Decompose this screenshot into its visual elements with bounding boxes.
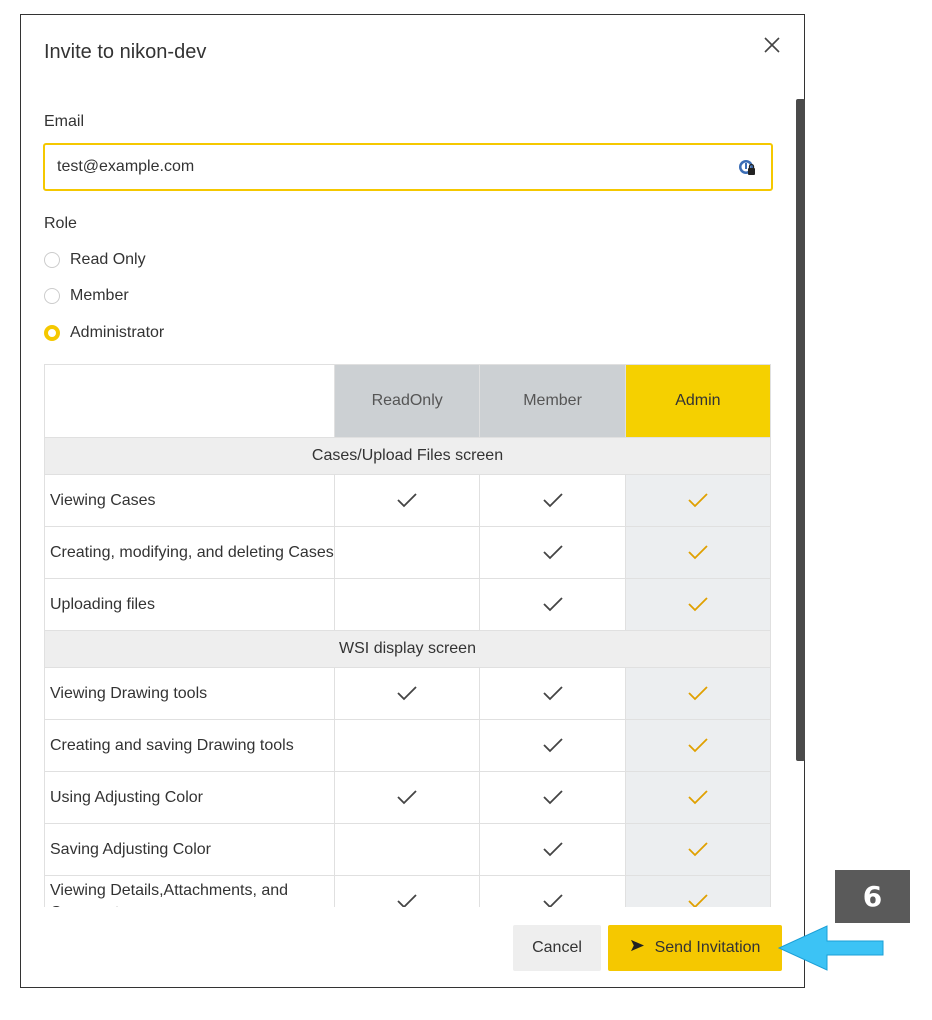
permission-cell-member: [479, 823, 626, 876]
radio-label: Read Only: [70, 251, 146, 268]
permission-cell-member: [479, 667, 626, 720]
permission-cell-admin: [624, 578, 772, 631]
permissions-table-body: Cases/Upload Files screen Viewing Cases Cr…: [44, 437, 772, 907]
permission-cell-member: [479, 578, 626, 631]
checkmark-icon: [687, 737, 709, 754]
radio-button-selected[interactable]: [44, 325, 60, 341]
send-invitation-button[interactable]: Send Invitation: [608, 925, 782, 971]
section-title: Cases/Upload Files screen: [44, 437, 771, 475]
table-row: Creating and saving Drawing tools: [44, 719, 772, 772]
permission-cell-readonly: [333, 667, 481, 720]
close-icon[interactable]: [760, 33, 784, 57]
permission-cell-member: [479, 875, 626, 907]
permission-cell-admin: [624, 823, 772, 876]
checkmark-icon: [687, 893, 709, 907]
checkmark-icon: [396, 893, 418, 907]
feature-name: Uploading files: [44, 578, 335, 631]
checkmark-icon: [542, 893, 564, 907]
role-label: Role: [44, 215, 77, 232]
send-icon: [630, 939, 645, 957]
permission-cell-member: [479, 771, 626, 824]
radio-label: Administrator: [70, 324, 165, 341]
checkmark-icon: [687, 596, 709, 613]
scrollbar[interactable]: [796, 99, 805, 761]
checkmark-icon: [396, 685, 418, 702]
permission-cell-admin: [624, 771, 772, 824]
radio-button[interactable]: [44, 252, 60, 268]
dialog-body[interactable]: Email Role Read Only Member: [21, 99, 805, 907]
permission-cell-admin: [624, 474, 772, 527]
permission-cell-readonly: [333, 474, 481, 527]
radio-member[interactable]: Member: [44, 287, 129, 305]
column-header-member: Member: [479, 364, 626, 438]
feature-name: Creating, modifying, and deleting Cases: [44, 526, 335, 579]
permission-cell-readonly: [333, 823, 481, 876]
permission-cell-admin: [624, 719, 772, 772]
checkmark-icon: [542, 737, 564, 754]
step-badge: 6: [835, 870, 910, 923]
email-field[interactable]: [57, 155, 717, 179]
permission-cell-member: [479, 719, 626, 772]
email-field-wrapper: [43, 143, 773, 191]
table-row: Using Adjusting Color: [44, 771, 772, 824]
password-manager-icon[interactable]: [737, 157, 757, 177]
permission-cell-readonly: [333, 526, 481, 579]
table-header-row: ReadOnly Member Admin: [44, 364, 772, 438]
permission-cell-admin: [624, 526, 772, 579]
radio-read-only[interactable]: Read Only: [44, 251, 146, 269]
section-row: Cases/Upload Files screen: [44, 437, 771, 475]
permission-cell-member: [479, 474, 626, 527]
checkmark-icon: [542, 596, 564, 613]
pointer-arrow-icon: [775, 920, 885, 976]
checkmark-icon: [542, 841, 564, 858]
dialog-title: Invite to nikon-dev: [44, 41, 207, 63]
table-row: Viewing Cases: [44, 474, 772, 527]
feature-name: Creating and saving Drawing tools: [44, 719, 335, 772]
column-header-admin: Admin: [624, 364, 772, 438]
email-label: Email: [44, 113, 85, 130]
permission-cell-member: [479, 526, 626, 579]
cancel-button[interactable]: Cancel: [513, 925, 601, 971]
radio-label: Member: [70, 287, 129, 304]
permission-cell-readonly: [333, 578, 481, 631]
permissions-table: ReadOnly Member Admin Cases/Upload Files…: [44, 364, 772, 907]
table-row: Creating, modifying, and deleting Cases: [44, 526, 772, 579]
feature-name: Viewing Drawing tools: [44, 667, 335, 720]
checkmark-icon: [542, 492, 564, 509]
checkmark-icon: [687, 544, 709, 561]
section-title: WSI display screen: [44, 630, 771, 668]
feature-name: Viewing Details,Attachments, and Comment…: [44, 875, 335, 907]
feature-name: Using Adjusting Color: [44, 771, 335, 824]
table-row: Uploading files: [44, 578, 772, 631]
checkmark-icon: [542, 544, 564, 561]
table-row: Viewing Details,Attachments, and Comment…: [44, 875, 772, 907]
permission-cell-readonly: [333, 719, 481, 772]
checkmark-icon: [396, 789, 418, 806]
checkmark-icon: [687, 492, 709, 509]
send-invitation-label: Send Invitation: [654, 939, 761, 956]
checkmark-icon: [542, 789, 564, 806]
table-row: Viewing Drawing tools: [44, 667, 772, 720]
radio-administrator[interactable]: Administrator: [44, 324, 164, 342]
feature-name: Viewing Cases: [44, 474, 335, 527]
permission-cell-readonly: [333, 771, 481, 824]
radio-button[interactable]: [44, 288, 60, 304]
permission-cell-admin: [624, 667, 772, 720]
checkmark-icon: [542, 685, 564, 702]
table-row: Saving Adjusting Color: [44, 823, 772, 876]
table-header-blank: [44, 364, 335, 438]
column-header-readonly: ReadOnly: [333, 364, 481, 438]
checkmark-icon: [687, 841, 709, 858]
checkmark-icon: [396, 492, 418, 509]
checkmark-icon: [687, 685, 709, 702]
dialog-footer: Cancel Send Invitation: [21, 907, 805, 987]
invite-dialog: Invite to nikon-dev Email Role Read Only: [20, 14, 805, 988]
permission-cell-readonly: [333, 875, 481, 907]
feature-name: Saving Adjusting Color: [44, 823, 335, 876]
checkmark-icon: [687, 789, 709, 806]
permission-cell-admin: [624, 875, 772, 907]
section-row: WSI display screen: [44, 630, 771, 668]
